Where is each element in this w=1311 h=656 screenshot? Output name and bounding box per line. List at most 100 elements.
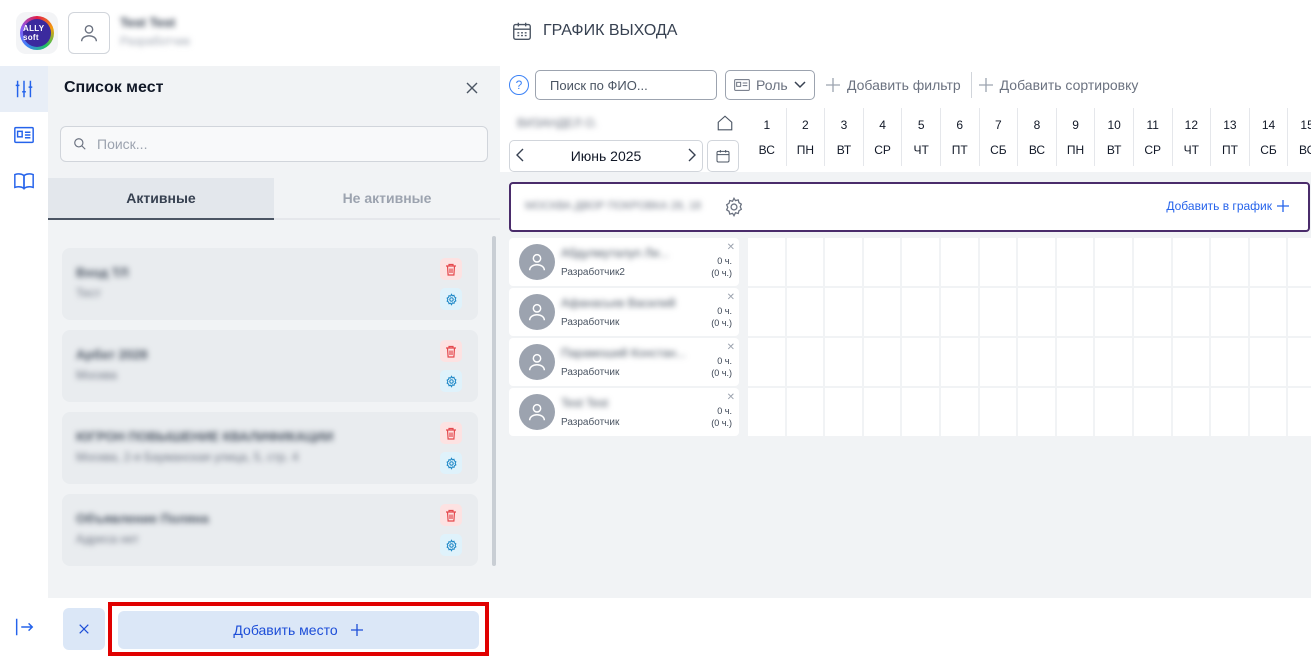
schedule-cell[interactable]	[1211, 338, 1248, 386]
schedule-cell[interactable]	[1056, 388, 1094, 436]
remove-employee-button[interactable]: ✕	[727, 292, 735, 303]
schedule-cell[interactable]	[1095, 338, 1132, 386]
place-settings-button[interactable]	[440, 288, 462, 310]
schedule-cell[interactable]	[1018, 238, 1055, 286]
schedule-cell[interactable]	[1018, 288, 1055, 336]
panel-close-button[interactable]	[462, 78, 482, 98]
schedule-cell[interactable]	[786, 288, 824, 336]
schedule-cell[interactable]	[748, 288, 785, 336]
remove-employee-button[interactable]: ✕	[727, 392, 735, 403]
add-sort-button[interactable]: Добавить сортировку	[978, 77, 1138, 93]
schedule-cell[interactable]	[1018, 388, 1055, 436]
help-button[interactable]: ?	[509, 75, 529, 95]
schedule-cell[interactable]	[1249, 238, 1287, 286]
schedule-cell[interactable]	[1249, 288, 1287, 336]
schedule-cell[interactable]	[863, 388, 901, 436]
app-logo[interactable]: ALLY soft	[16, 12, 58, 54]
schedule-cell[interactable]	[940, 238, 978, 286]
schedule-cell[interactable]	[863, 288, 901, 336]
rail-item-cards[interactable]	[0, 112, 48, 158]
schedule-cell[interactable]	[1133, 288, 1171, 336]
day-column-header[interactable]: 1 ВС	[748, 108, 787, 166]
schedule-cell[interactable]	[940, 388, 978, 436]
schedule-cell[interactable]	[1172, 338, 1210, 386]
schedule-cell[interactable]	[1249, 388, 1287, 436]
day-column-header[interactable]: 6 ПТ	[941, 108, 980, 166]
schedule-cell[interactable]	[1056, 288, 1094, 336]
day-column-header[interactable]: 4 СР	[864, 108, 903, 166]
footer-close-button[interactable]	[63, 608, 105, 650]
schedule-cell[interactable]	[1288, 238, 1311, 286]
prev-month-button[interactable]	[516, 148, 524, 165]
day-column-header[interactable]: 15 ВС	[1288, 108, 1311, 166]
employee-row[interactable]: Парамоший Констан... Разработчик ✕ 0 ч. (0 ч…	[509, 338, 739, 386]
schedule-cell[interactable]	[1172, 388, 1210, 436]
schedule-cell[interactable]	[863, 238, 901, 286]
schedule-cell[interactable]	[786, 338, 824, 386]
day-column-header[interactable]: 10 ВТ	[1095, 108, 1134, 166]
schedule-cell[interactable]	[1288, 288, 1311, 336]
schedule-cell[interactable]	[979, 238, 1017, 286]
day-column-header[interactable]: 2 ПН	[787, 108, 826, 166]
schedule-cell[interactable]	[1133, 338, 1171, 386]
day-column-header[interactable]: 5 ЧТ	[902, 108, 941, 166]
schedule-cell[interactable]	[825, 388, 862, 436]
rail-item-docs[interactable]	[0, 158, 48, 204]
schedule-cell[interactable]	[902, 338, 939, 386]
day-column-header[interactable]: 3 ВТ	[825, 108, 864, 166]
schedule-cell[interactable]	[940, 338, 978, 386]
schedule-cell[interactable]	[1172, 288, 1210, 336]
schedule-cell[interactable]	[979, 338, 1017, 386]
places-scrollbar[interactable]	[492, 236, 496, 566]
schedule-cell[interactable]	[786, 388, 824, 436]
schedule-cell[interactable]	[825, 338, 862, 386]
schedule-cell[interactable]	[1095, 238, 1132, 286]
schedule-cell[interactable]	[1288, 388, 1311, 436]
places-search-input[interactable]: Поиск...	[60, 126, 488, 162]
place-card[interactable]: Вход ТЛ Тест	[62, 248, 478, 320]
employee-row[interactable]: Афанасьев Василий Разработчик ✕ 0 ч. (0 ч.)	[509, 288, 739, 336]
day-column-header[interactable]: 7 СБ	[980, 108, 1019, 166]
schedule-cell[interactable]	[1133, 238, 1171, 286]
schedule-cell[interactable]	[1211, 238, 1248, 286]
place-card[interactable]: Арбат 2028 Москва	[62, 330, 478, 402]
schedule-cell[interactable]	[1133, 388, 1171, 436]
schedule-cell[interactable]	[1172, 238, 1210, 286]
schedule-cell[interactable]	[748, 388, 785, 436]
place-card[interactable]: ЮГРОН ПОВЫШЕНИЕ КВАЛИФИКАЦИИ Москва, 2-я …	[62, 412, 478, 484]
employee-row[interactable]: Test Test Разработчик ✕ 0 ч. (0 ч.)	[509, 388, 739, 436]
role-filter-select[interactable]: Роль	[725, 70, 815, 100]
schedule-cell[interactable]	[1095, 388, 1132, 436]
day-column-header[interactable]: 8 ВС	[1018, 108, 1057, 166]
group-settings-button[interactable]	[723, 196, 745, 223]
home-button[interactable]	[716, 114, 734, 137]
place-settings-button[interactable]	[440, 370, 462, 392]
delete-place-button[interactable]	[440, 340, 462, 362]
schedule-cell[interactable]	[902, 388, 939, 436]
schedule-cell[interactable]	[902, 288, 939, 336]
day-column-header[interactable]: 12 ЧТ	[1173, 108, 1212, 166]
schedule-cell[interactable]	[1018, 338, 1055, 386]
delete-place-button[interactable]	[440, 504, 462, 526]
add-filter-button[interactable]: Добавить фильтр	[825, 77, 961, 93]
place-card[interactable]: Объявление Поляна Адреса нет	[62, 494, 478, 566]
schedule-cell[interactable]	[979, 288, 1017, 336]
delete-place-button[interactable]	[440, 258, 462, 280]
place-settings-button[interactable]	[440, 452, 462, 474]
next-month-button[interactable]	[688, 148, 696, 165]
tab-active[interactable]: Активные	[48, 178, 274, 220]
schedule-cell[interactable]	[902, 238, 939, 286]
delete-place-button[interactable]	[440, 422, 462, 444]
schedule-cell[interactable]	[825, 238, 862, 286]
schedule-cell[interactable]	[1056, 238, 1094, 286]
schedule-cell[interactable]	[1056, 338, 1094, 386]
schedule-cell[interactable]	[940, 288, 978, 336]
fio-search-input[interactable]: Поиск по ФИО...	[535, 70, 717, 100]
remove-employee-button[interactable]: ✕	[727, 242, 735, 253]
schedule-cell[interactable]	[786, 238, 824, 286]
schedule-cell[interactable]	[1249, 338, 1287, 386]
schedule-cell[interactable]	[979, 388, 1017, 436]
user-avatar[interactable]	[68, 12, 110, 54]
employee-row[interactable]: Абдулмуталуп Ли... Разработчик2 ✕ 0 ч. (0 ч.…	[509, 238, 739, 286]
remove-employee-button[interactable]: ✕	[727, 342, 735, 353]
